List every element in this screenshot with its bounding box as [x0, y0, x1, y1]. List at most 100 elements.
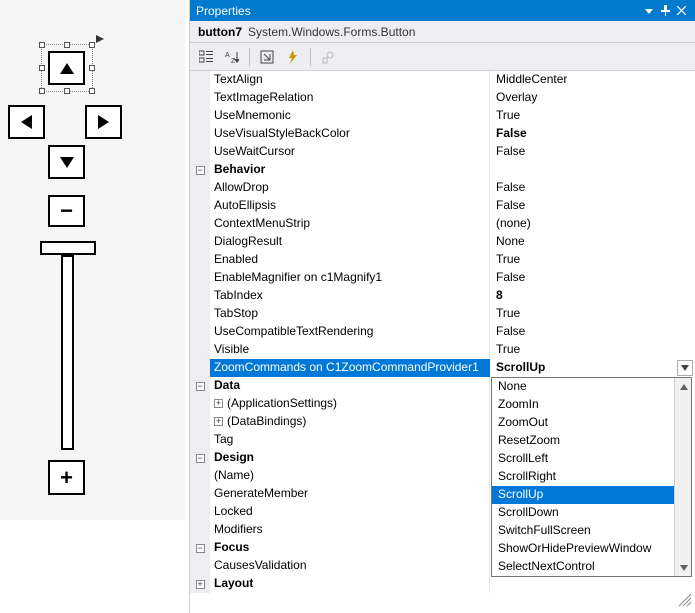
- property-pages-button[interactable]: [316, 46, 340, 68]
- row-gutter: [190, 179, 210, 197]
- expander-icon[interactable]: −: [196, 382, 205, 391]
- property-row[interactable]: VisibleTrue: [190, 341, 695, 359]
- dropdown-item[interactable]: ScrollUp: [492, 486, 674, 504]
- expander-icon[interactable]: −: [196, 166, 205, 175]
- property-value[interactable]: True: [490, 251, 695, 269]
- scroll-up-arrow-icon[interactable]: [675, 378, 692, 395]
- property-row[interactable]: TabStopTrue: [190, 305, 695, 323]
- property-name: TabStop: [210, 305, 490, 323]
- property-value[interactable]: False: [490, 125, 695, 143]
- property-name: Visible: [210, 341, 490, 359]
- property-value[interactable]: [490, 575, 695, 593]
- property-row[interactable]: UseWaitCursorFalse: [190, 143, 695, 161]
- expander-icon[interactable]: −: [196, 544, 205, 553]
- property-row[interactable]: TabIndex 8: [190, 287, 695, 305]
- property-row[interactable]: UseMnemonicTrue: [190, 107, 695, 125]
- row-gutter: [190, 107, 210, 125]
- property-row[interactable]: DialogResultNone: [190, 233, 695, 251]
- property-value[interactable]: None: [490, 233, 695, 251]
- expander-icon[interactable]: +: [196, 580, 205, 589]
- property-row[interactable]: AllowDropFalse: [190, 179, 695, 197]
- expander-icon[interactable]: −: [196, 454, 205, 463]
- designer-button-plus[interactable]: +: [48, 460, 85, 495]
- expander-icon[interactable]: +: [214, 417, 223, 426]
- property-name: UseMnemonic: [210, 107, 490, 125]
- dropdown-resize-grip[interactable]: [675, 593, 692, 607]
- dropdown-item[interactable]: ScrollLeft: [492, 450, 674, 468]
- designer-slider-top[interactable]: [40, 241, 96, 255]
- property-value[interactable]: False: [490, 143, 695, 161]
- row-gutter: [190, 485, 210, 503]
- designer-slider-track[interactable]: [61, 255, 74, 450]
- designer-button-left[interactable]: [8, 105, 45, 139]
- panel-pin-button[interactable]: [657, 3, 673, 19]
- property-value[interactable]: MiddleCenter: [490, 71, 695, 89]
- property-value[interactable]: 8: [490, 287, 695, 305]
- property-value[interactable]: False: [490, 269, 695, 287]
- designer-button-minus[interactable]: −: [48, 195, 85, 227]
- property-row[interactable]: UseCompatibleTextRenderingFalse: [190, 323, 695, 341]
- dropdown-item[interactable]: ResetZoom: [492, 432, 674, 450]
- property-row[interactable]: EnabledTrue: [190, 251, 695, 269]
- property-row[interactable]: ContextMenuStrip (none): [190, 215, 695, 233]
- property-value[interactable]: ScrollUp: [490, 359, 695, 377]
- dropdown-scrollbar[interactable]: [674, 378, 691, 576]
- row-gutter: −: [190, 377, 210, 395]
- designer-button-down[interactable]: [48, 145, 85, 179]
- property-name-text: TabIndex: [214, 288, 263, 302]
- triangle-left-icon: [21, 115, 32, 129]
- property-grid[interactable]: TextAlignMiddleCenterTextImageRelationOv…: [190, 71, 695, 613]
- property-value[interactable]: (none): [490, 215, 695, 233]
- panel-titlebar[interactable]: Properties: [190, 0, 695, 21]
- property-category[interactable]: +Layout: [190, 575, 695, 593]
- designer-button-up[interactable]: [48, 51, 85, 85]
- properties-panel: Properties button7 System.Windows.Forms.…: [189, 0, 695, 613]
- property-value[interactable]: False: [490, 179, 695, 197]
- panel-close-button[interactable]: [673, 3, 689, 19]
- dropdown-item[interactable]: ZoomIn: [492, 396, 674, 414]
- form-designer-surface[interactable]: − +: [0, 0, 189, 613]
- dropdown-button[interactable]: [677, 360, 693, 376]
- property-row[interactable]: TextAlignMiddleCenter: [190, 71, 695, 89]
- dropdown-item[interactable]: SelectNextControl: [492, 558, 674, 576]
- property-value[interactable]: False: [490, 323, 695, 341]
- expander-icon[interactable]: +: [214, 399, 223, 408]
- property-row[interactable]: AutoEllipsisFalse: [190, 197, 695, 215]
- property-name-text: UseVisualStyleBackColor: [214, 126, 350, 140]
- property-name-text: ZoomCommands on C1ZoomCommandProvider1: [214, 360, 479, 374]
- property-row[interactable]: TextImageRelationOverlay: [190, 89, 695, 107]
- designer-button-right[interactable]: [85, 105, 122, 139]
- alphabetical-view-button[interactable]: AZ: [220, 46, 244, 68]
- property-value[interactable]: False: [490, 197, 695, 215]
- dropdown-item[interactable]: SwitchFullScreen: [492, 522, 674, 540]
- dropdown-item[interactable]: None: [492, 378, 674, 396]
- property-row[interactable]: UseVisualStyleBackColor False: [190, 125, 695, 143]
- row-gutter: [190, 323, 210, 341]
- property-value[interactable]: [490, 161, 695, 179]
- property-value[interactable]: True: [490, 341, 695, 359]
- object-selector[interactable]: button7 System.Windows.Forms.Button: [190, 21, 695, 43]
- triangle-down-icon: [60, 157, 74, 168]
- property-value[interactable]: True: [490, 107, 695, 125]
- dropdown-item[interactable]: ScrollRight: [492, 468, 674, 486]
- row-gutter: [190, 143, 210, 161]
- dropdown-item[interactable]: ScrollDown: [492, 504, 674, 522]
- property-row[interactable]: EnableMagnifier on c1Magnify1False: [190, 269, 695, 287]
- categorized-view-button[interactable]: [194, 46, 218, 68]
- dropdown-item[interactable]: ZoomOut: [492, 414, 674, 432]
- property-value[interactable]: True: [490, 305, 695, 323]
- properties-button[interactable]: [255, 46, 279, 68]
- property-name-text: ContextMenuStrip: [214, 216, 310, 230]
- enum-dropdown[interactable]: NoneZoomInZoomOutResetZoomScrollLeftScro…: [491, 377, 692, 577]
- events-button[interactable]: [281, 46, 305, 68]
- row-gutter: [190, 125, 210, 143]
- property-name: CausesValidation: [210, 557, 490, 575]
- property-value[interactable]: Overlay: [490, 89, 695, 107]
- property-category[interactable]: −Behavior: [190, 161, 695, 179]
- scroll-down-arrow-icon[interactable]: [675, 559, 692, 576]
- property-row[interactable]: ZoomCommands on C1ZoomCommandProvider1 Sc…: [190, 359, 695, 377]
- property-name: Modifiers: [210, 521, 490, 539]
- panel-menu-button[interactable]: [641, 3, 657, 19]
- dropdown-item[interactable]: ShowOrHidePreviewWindow: [492, 540, 674, 558]
- property-name-text: Design: [214, 450, 254, 464]
